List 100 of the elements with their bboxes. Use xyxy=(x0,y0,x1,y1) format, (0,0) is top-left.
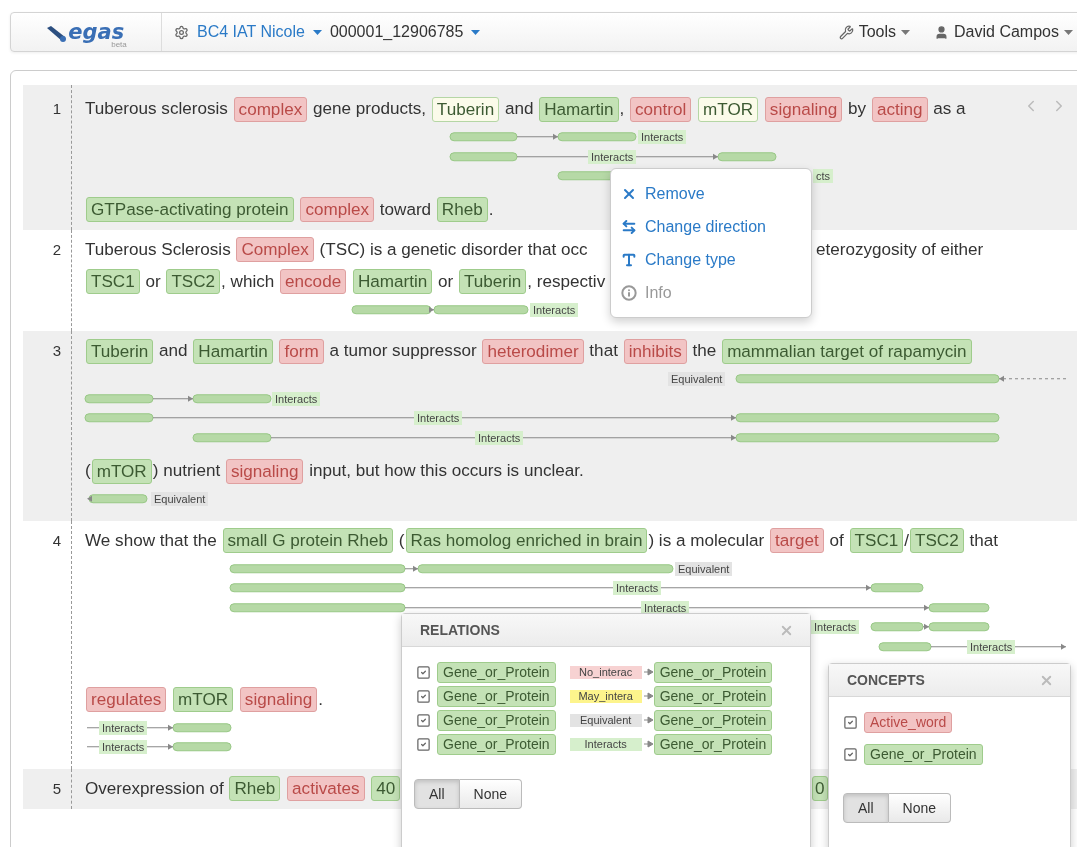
relation-label[interactable]: Interacts xyxy=(613,581,662,595)
entity-tag[interactable]: Tuberin xyxy=(86,338,154,364)
entity-tag: Gene_or_Protein xyxy=(653,685,773,707)
entity-tag[interactable]: GTPase-activating protein xyxy=(86,197,294,222)
entity-tag[interactable]: target xyxy=(770,528,824,553)
entity-tag[interactable]: control xyxy=(630,96,692,122)
relation-label[interactable]: Interacts xyxy=(414,411,463,425)
entity-tag[interactable]: small G protein Rheb xyxy=(222,528,394,553)
sentence-text: toward xyxy=(378,198,433,221)
sentence-text: , which xyxy=(221,270,276,293)
checkbox[interactable] xyxy=(843,714,858,730)
sentence-text: and xyxy=(158,340,189,362)
entity-tag[interactable]: complex xyxy=(233,96,308,122)
relation-label[interactable]: Interacts xyxy=(638,130,687,144)
user-menu[interactable]: David Campos xyxy=(934,23,1073,41)
relation-link-drawing[interactable] xyxy=(449,151,777,161)
entity-tag[interactable]: signaling xyxy=(225,458,304,484)
checkbox[interactable] xyxy=(416,664,431,680)
checkbox[interactable] xyxy=(416,736,431,752)
filter-button[interactable]: All xyxy=(414,779,460,809)
entity-tag[interactable]: Hamartin xyxy=(352,269,433,294)
menu-item[interactable]: Change type xyxy=(611,243,811,276)
checkbox[interactable] xyxy=(416,712,431,728)
entity-tag[interactable]: activates xyxy=(287,776,365,801)
project-menu[interactable]: BC4 IAT Nicole xyxy=(197,23,305,41)
info-icon xyxy=(621,284,637,301)
sentence-text: Tuberous sclerosis xyxy=(85,98,229,120)
entity-tag[interactable]: heterodimer xyxy=(482,338,584,364)
panel-title: RELATIONS xyxy=(420,622,500,638)
entity-tag[interactable]: signaling xyxy=(764,96,843,122)
logo-text[interactable]: egas xyxy=(68,21,125,43)
filter-button[interactable]: All xyxy=(843,793,889,823)
relation-label[interactable]: Equivalent xyxy=(151,492,209,506)
menu-item[interactable]: Change direction xyxy=(611,210,811,243)
arrow-icon xyxy=(643,740,654,748)
relation-label[interactable]: Interacts xyxy=(641,600,690,615)
entity-tag[interactable]: 40 xyxy=(371,776,401,801)
entity-tag[interactable]: Tuberin xyxy=(431,96,500,122)
relation-label[interactable]: Interacts xyxy=(811,620,860,634)
pen-logo-icon xyxy=(45,25,68,43)
entity-tag[interactable]: mTOR xyxy=(91,458,152,484)
relation-label: Interacts xyxy=(569,737,642,751)
entity-tag: Gene_or_Protein xyxy=(653,709,773,731)
relation-label[interactable]: Interacts xyxy=(588,149,637,164)
sentence-text: a tumor suppressor xyxy=(328,340,478,362)
entity-tag: Gene_or_Protein xyxy=(437,733,556,755)
relation-label[interactable]: Interacts xyxy=(99,740,148,754)
relation-label: Equivalent xyxy=(569,713,642,727)
entity-tag[interactable]: complex xyxy=(300,197,375,222)
entity-tag[interactable]: encode xyxy=(280,269,347,294)
line-number: 4 xyxy=(51,530,61,551)
sentence-text: Tuberous Sclerosis xyxy=(85,238,232,261)
entity-tag[interactable]: Hamartin xyxy=(193,338,273,364)
arrow-icon xyxy=(643,668,654,676)
entity-tag[interactable]: Ras homolog enriched in brain xyxy=(405,528,648,553)
entity-tag[interactable]: mTOR xyxy=(698,96,759,122)
entity-tag[interactable]: Rheb xyxy=(436,197,488,222)
relation-label[interactable]: Interacts xyxy=(967,639,1016,654)
document-menu[interactable]: 000001_12906785 xyxy=(329,23,464,41)
entity-tag[interactable]: Hamartin xyxy=(539,96,619,122)
entity-tag[interactable]: mammalian target of rapamycin xyxy=(722,338,972,364)
entity-tag[interactable]: mTOR xyxy=(173,687,234,712)
entity-tag[interactable]: Rheb xyxy=(229,776,281,801)
entity-tag[interactable]: Complex xyxy=(236,237,314,262)
arrow-icon xyxy=(643,692,654,700)
checkbox[interactable] xyxy=(416,688,431,704)
entity-tag[interactable]: TSC2 xyxy=(166,269,221,294)
caret-icon xyxy=(901,29,911,35)
entity-tag[interactable]: 0 xyxy=(812,776,828,801)
entity-tag[interactable]: Tuberin xyxy=(458,269,527,294)
entity-tag[interactable]: TSC1 xyxy=(86,269,140,294)
relation-link-drawing[interactable] xyxy=(86,742,232,752)
entity-tag[interactable]: inhibits xyxy=(623,338,687,364)
relation-label[interactable]: Interacts xyxy=(99,720,148,735)
relation-label[interactable]: cts xyxy=(813,169,834,183)
entity-tag[interactable]: signaling xyxy=(239,687,318,712)
tools-menu[interactable]: Tools xyxy=(838,23,911,41)
relation-label[interactable]: Interacts xyxy=(475,430,524,445)
entity-tag[interactable]: regulates xyxy=(86,687,167,712)
relation-label[interactable]: Equivalent xyxy=(675,561,733,576)
entity-tag[interactable]: form xyxy=(279,338,324,364)
relation-label[interactable]: Interacts xyxy=(530,302,579,317)
line-number: 5 xyxy=(51,778,61,799)
line-number: 3 xyxy=(51,341,61,361)
panel-title: CONCEPTS xyxy=(847,672,925,688)
filter-button[interactable]: None xyxy=(888,793,952,823)
relation-label[interactable]: Interacts xyxy=(272,391,321,406)
text-type-icon xyxy=(621,251,637,268)
relation-link-drawing[interactable] xyxy=(86,722,232,732)
checkbox[interactable] xyxy=(843,746,858,762)
entity-tag[interactable]: TSC1 xyxy=(849,528,904,553)
sentence-text: input, but how this occurs is unclear. xyxy=(308,460,584,482)
relation-link-drawing[interactable] xyxy=(878,641,1067,651)
logo-tag: beta xyxy=(111,40,127,49)
entity-tag[interactable]: TSC2 xyxy=(910,528,964,553)
menu-item[interactable]: Remove xyxy=(611,177,811,210)
caret-icon xyxy=(471,29,481,35)
entity-tag[interactable]: acting xyxy=(871,96,928,122)
relation-label[interactable]: Equivalent xyxy=(668,372,726,386)
filter-button[interactable]: None xyxy=(459,779,523,809)
